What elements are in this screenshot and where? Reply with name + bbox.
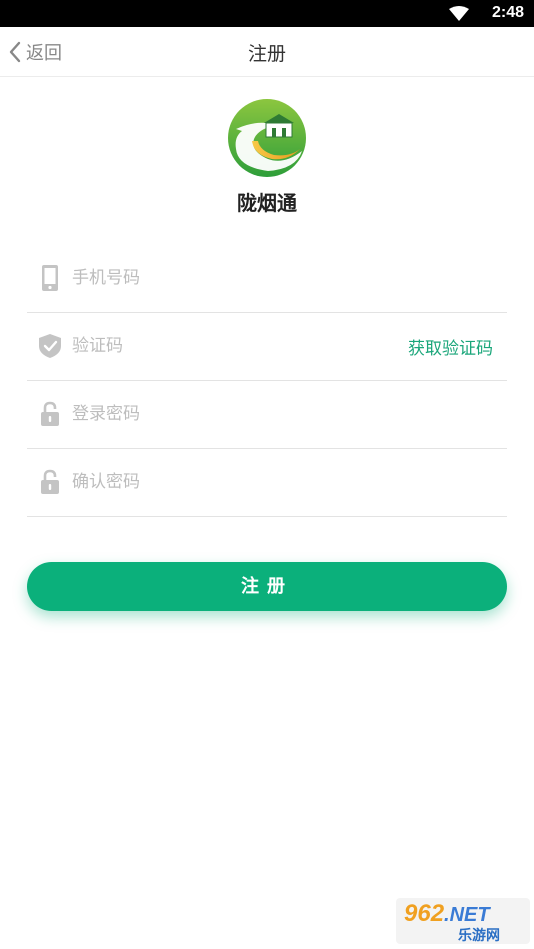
code-input[interactable]: [72, 327, 392, 365]
app-name: 陇烟通: [237, 191, 297, 215]
watermark: 962.NET 乐游网: [396, 898, 530, 944]
lock-icon: [41, 469, 59, 494]
app-logo: [228, 99, 306, 177]
phone-icon: [42, 265, 58, 291]
phone-input[interactable]: [72, 259, 392, 297]
status-bar: 2:48: [0, 0, 534, 27]
password-field-row: [27, 381, 507, 449]
password-input[interactable]: [72, 395, 392, 433]
watermark-text: 乐游网: [458, 928, 500, 944]
lock-icon: [41, 401, 59, 426]
code-field-row: 获取验证码: [27, 313, 507, 381]
status-time: 2:48: [491, 4, 524, 21]
confirm-password-input[interactable]: [72, 463, 392, 501]
get-code-button[interactable]: 获取验证码: [408, 334, 493, 359]
wifi-icon: [449, 6, 469, 21]
confirm-password-field-row: [27, 449, 507, 517]
phone-field-row: [27, 245, 507, 313]
register-button[interactable]: 注册: [27, 562, 507, 611]
page-title: 注册: [247, 43, 286, 65]
watermark-brand: 962.NET: [404, 900, 490, 927]
shield-check-icon: [39, 334, 61, 358]
nav-bar: 返回 注册: [0, 27, 534, 77]
